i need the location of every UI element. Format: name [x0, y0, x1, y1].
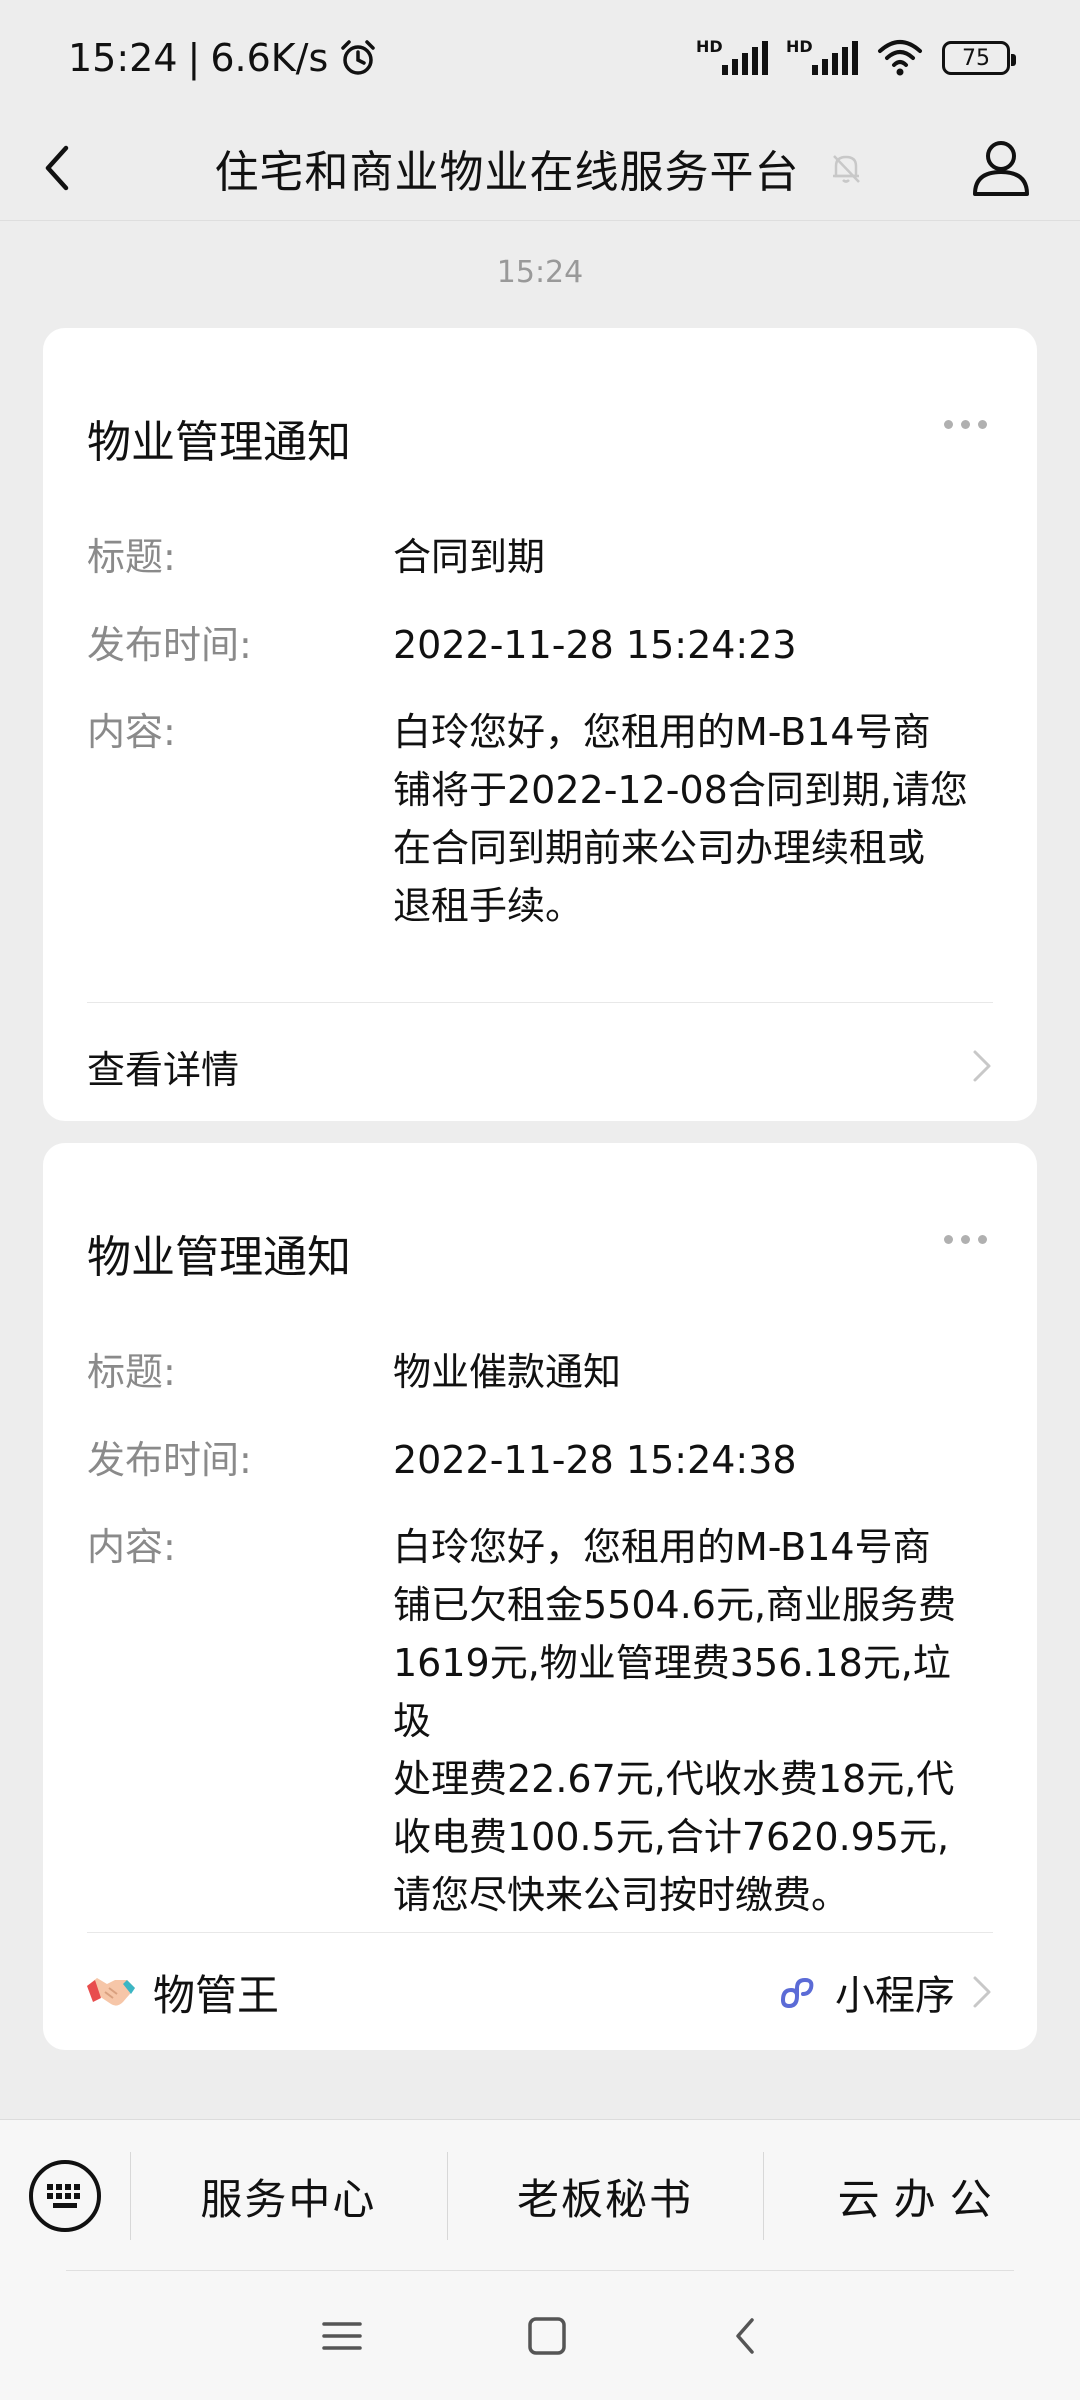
page-title: 住宅和商业物业在线服务平台 [214, 147, 800, 198]
field-label: 标题: [87, 1350, 176, 1394]
system-nav-bar [0, 2272, 1080, 2400]
chevron-right-icon [973, 1976, 991, 2008]
header-divider [0, 220, 1080, 221]
profile-icon[interactable] [966, 132, 1036, 202]
more-options-icon[interactable] [944, 420, 987, 429]
content-line: 请您尽快来公司按时缴费。 [393, 1873, 850, 1917]
mini-app-name: 物管王 [153, 1970, 280, 2020]
cell-signal-icon-1: HD [696, 37, 768, 75]
content-line: 白玲您好，您租用的M-B14号商 [393, 710, 931, 754]
field-label: 发布时间: [87, 1438, 252, 1482]
field-content-row: 内容: 白玲您好，您租用的M-B14号商 铺将于2022-12-08合同到期,请… [87, 703, 987, 935]
mini-program-icon [781, 1977, 814, 2009]
back-icon[interactable] [30, 138, 90, 198]
keyboard-icon [29, 2160, 101, 2232]
field-value: 合同到期 [393, 535, 546, 579]
hd-badge: HD [696, 37, 723, 56]
menu-cloud-office[interactable]: 云办公 [763, 2120, 1080, 2273]
status-bar: 15:24 | 6.6K/s HD HD 75 [0, 0, 1080, 116]
menu-service-center[interactable]: 服务中心 [130, 2120, 447, 2273]
battery-icon: 75 [942, 41, 1016, 75]
field-value: 2022-11-28 15:24:23 [393, 623, 797, 667]
content-line: 铺已欠租金5504.6元,商业服务费 [393, 1583, 957, 1627]
status-network-speed: 6.6K/s [210, 36, 329, 80]
handshake-icon [87, 1978, 135, 2006]
nav-divider [66, 2270, 1014, 2271]
official-account-menu: 服务中心 老板秘书 云办公 [0, 2119, 1080, 2272]
mute-bell-icon [832, 155, 860, 183]
view-details-link[interactable]: 查看详情 [87, 1011, 993, 1121]
mini-program-label: 小程序 [835, 1973, 955, 2019]
mini-program-link[interactable]: 物管王 小程序 [83, 1932, 993, 2052]
chevron-right-icon [973, 1050, 991, 1082]
content-line: 处理费22.67元,代收水费18元,代 [393, 1757, 955, 1801]
cell-signal-icon-2: HD [786, 37, 858, 75]
field-time-row: 发布时间: 2022-11-28 15:24:23 [87, 616, 987, 674]
field-value: 物业催款通知 [393, 1350, 622, 1394]
home-icon[interactable] [525, 2314, 569, 2358]
field-label: 内容: [87, 710, 176, 754]
message-timestamp: 15:24 [496, 255, 584, 290]
content-line: 收电费100.5元,合计7620.95元, [393, 1815, 950, 1859]
card-title: 物业管理通知 [87, 1232, 351, 1283]
status-time: 15:24 [68, 36, 178, 80]
notification-card-contract[interactable]: 物业管理通知 标题: 合同到期 发布时间: 2022-11-28 15:24:2… [43, 328, 1037, 1121]
chat-header: 住宅和商业物业在线服务平台 [0, 116, 1080, 220]
content-line: 1619元,物业管理费356.18元,垃圾 [393, 1641, 951, 1743]
field-content: 白玲您好，您租用的M-B14号商 铺将于2022-12-08合同到期,请您 在合… [393, 703, 987, 935]
field-content-row: 内容: 白玲您好，您租用的M-B14号商 铺已欠租金5504.6元,商业服务费 … [87, 1518, 987, 1924]
hd-badge: HD [786, 37, 813, 56]
field-value: 2022-11-28 15:24:38 [393, 1438, 797, 1482]
menu-icon[interactable] [320, 2316, 364, 2356]
card-divider [87, 1002, 993, 1003]
content-line: 铺将于2022-12-08合同到期,请您 [393, 768, 968, 812]
menu-label: 云办公 [837, 2174, 1006, 2224]
card-title: 物业管理通知 [87, 417, 351, 468]
back-nav-icon[interactable] [730, 2314, 760, 2358]
field-title-row: 标题: 物业催款通知 [87, 1343, 987, 1401]
field-label: 内容: [87, 1525, 176, 1569]
field-title-row: 标题: 合同到期 [87, 528, 987, 586]
field-time-row: 发布时间: 2022-11-28 15:24:38 [87, 1431, 987, 1489]
menu-label: 老板秘书 [517, 2174, 694, 2224]
wifi-icon [878, 40, 922, 76]
content-line: 在合同到期前来公司办理续租或 [393, 826, 926, 870]
alarm-icon [341, 40, 376, 75]
menu-label: 服务中心 [200, 2174, 377, 2224]
content-line: 退租手续。 [393, 884, 584, 928]
field-content: 白玲您好，您租用的M-B14号商 铺已欠租金5504.6元,商业服务费 1619… [393, 1518, 987, 1924]
keyboard-toggle-button[interactable] [0, 2120, 130, 2273]
status-separator: | [187, 36, 201, 80]
menu-boss-secretary[interactable]: 老板秘书 [446, 2120, 764, 2273]
more-options-icon[interactable] [944, 1235, 987, 1244]
field-label: 标题: [87, 535, 176, 579]
battery-level: 75 [962, 45, 990, 71]
view-details-label: 查看详情 [87, 1047, 240, 1092]
notification-card-payment[interactable]: 物业管理通知 标题: 物业催款通知 发布时间: 2022-11-28 15:24… [43, 1143, 1037, 2050]
field-label: 发布时间: [87, 623, 252, 667]
content-line: 白玲您好，您租用的M-B14号商 [393, 1525, 931, 1569]
